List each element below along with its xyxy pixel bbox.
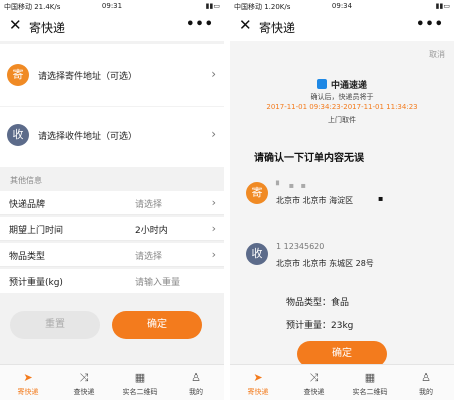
courier-name: 中通速递 <box>230 78 454 91</box>
courier-logo-icon <box>316 79 327 89</box>
qrcode-icon: ▦ <box>134 371 146 384</box>
tab-label: 寄快递 <box>247 388 269 396</box>
sender-address: 北京市 北京市 海淀区 <box>276 196 354 205</box>
tab-send[interactable]: ➤ 寄快递 <box>230 365 286 400</box>
item-type-line: 物品类型：食品 <box>286 295 349 308</box>
person-icon: ♙ <box>191 371 201 384</box>
item-type-value: 食品 <box>331 298 350 308</box>
cancel-link[interactable]: 取消 <box>429 49 445 60</box>
send-icon: ➤ <box>23 371 33 384</box>
receiver-badge: 收 <box>246 243 268 265</box>
receiver-address-row[interactable]: 收 请选择收件地址（可选） › <box>0 107 224 167</box>
tab-bar: ➤ 寄快递 ⤨ 查快递 ▦ 实名二维码 ♙ 我的 <box>230 364 454 400</box>
chevron-right-icon: › <box>211 248 216 261</box>
receiver-address-label: 请选择收件地址（可选） <box>38 132 138 142</box>
chevron-right-icon: › <box>211 67 216 81</box>
battery-icon: ▮▮▭ <box>205 2 220 10</box>
sender-address-row[interactable]: 寄 请选择寄件地址（可选） › <box>0 44 224 106</box>
tab-bar: ➤ 寄快递 ⤨ 查快递 ▦ 实名二维码 ♙ 我的 <box>0 364 224 400</box>
status-bar: 中国移动 1.20K/s 09:34 ▮▮▭ <box>230 0 454 13</box>
pickup-time-range: 2017-11-01 09:34:23-2017-11-01 11:34:23 <box>266 103 418 111</box>
weight-line: 预计重量：23kg <box>286 318 353 331</box>
pickup-note: 确认后，快递员将于 <box>310 93 374 101</box>
weight-label: 预计重量： <box>286 321 332 331</box>
chevron-right-icon: › <box>211 222 216 235</box>
receiver-address: 北京市 北京市 东城区 28号 <box>276 259 374 268</box>
clock: 09:34 <box>331 2 353 10</box>
title-bar: ✕ 寄快递 ••• <box>230 13 454 41</box>
shuffle-icon: ⤨ <box>309 371 319 384</box>
field-value: 2小时内 <box>135 226 168 236</box>
tab-track[interactable]: ⤨ 查快递 <box>286 365 342 400</box>
tab-label: 实名二维码 <box>352 388 388 396</box>
sender-masked-name: ▘ ▪ ▪ <box>276 181 309 190</box>
shuffle-icon: ⤨ <box>79 371 89 384</box>
sender-badge: 寄 <box>7 64 29 86</box>
chevron-right-icon: › <box>211 196 216 209</box>
field-brand[interactable]: 快递品牌 请选择 › <box>0 191 224 215</box>
chevron-right-icon: › <box>211 127 216 141</box>
close-icon[interactable]: ✕ <box>239 18 252 33</box>
pickup-note-end: 上门取件 <box>328 116 356 124</box>
sender-badge: 寄 <box>246 182 268 204</box>
tab-qrcode[interactable]: ▦ 实名二维码 <box>112 365 168 400</box>
battery-icon: ▮▮▭ <box>435 2 450 10</box>
qrcode-icon: ▦ <box>364 371 376 384</box>
receiver-phone: 1 12345620 <box>276 242 325 251</box>
tab-send[interactable]: ➤ 寄快递 <box>0 365 56 400</box>
item-type-label: 物品类型： <box>286 298 332 308</box>
person-icon: ♙ <box>421 371 431 384</box>
title-bar: ✕ 寄快递 ••• <box>0 13 224 41</box>
clock: 09:31 <box>101 2 123 10</box>
sender-address-label: 请选择寄件地址（可选） <box>38 72 138 82</box>
field-label: 快递品牌 <box>9 200 46 210</box>
sender-masked-detail: ▪ <box>378 194 386 203</box>
tab-label: 实名二维码 <box>122 388 158 396</box>
more-icon[interactable]: ••• <box>416 17 444 32</box>
field-item-type[interactable]: 物品类型 请选择 › <box>0 243 224 267</box>
left-screen: 中国移动 21.4K/s 09:31 ▮▮▭ ✕ 寄快递 ••• 寄 请选择寄件… <box>0 0 224 400</box>
more-icon[interactable]: ••• <box>186 17 214 32</box>
close-icon[interactable]: ✕ <box>9 18 22 33</box>
weight-input[interactable]: 请输入重量 <box>135 275 180 288</box>
field-label: 期望上门时间 <box>9 226 64 236</box>
page-title: 寄快递 <box>259 21 296 35</box>
reset-button[interactable]: 重置 <box>10 311 100 339</box>
tab-label: 我的 <box>419 388 433 396</box>
tab-label: 寄快递 <box>17 388 39 396</box>
field-pickup-time[interactable]: 期望上门时间 2小时内 › <box>0 217 224 241</box>
status-bar: 中国移动 21.4K/s 09:31 ▮▮▭ <box>0 0 224 13</box>
tab-track[interactable]: ⤨ 查快递 <box>56 365 112 400</box>
field-value: 请选择 <box>135 252 163 262</box>
tab-label: 查快递 <box>303 388 325 396</box>
tab-qrcode[interactable]: ▦ 实名二维码 <box>342 365 398 400</box>
tab-me[interactable]: ♙ 我的 <box>398 365 454 400</box>
field-label: 预计重量(kg) <box>9 278 63 288</box>
weight-value: 23kg <box>331 321 354 331</box>
send-icon: ➤ <box>253 371 263 384</box>
field-label: 物品类型 <box>9 252 46 262</box>
tab-me[interactable]: ♙ 我的 <box>168 365 224 400</box>
right-screen: 中国移动 1.20K/s 09:34 ▮▮▭ ✕ 寄快递 ••• 取消 中通速递… <box>230 0 454 400</box>
tab-label: 查快递 <box>73 388 95 396</box>
field-weight[interactable]: 预计重量(kg) 请输入重量 <box>0 269 224 293</box>
tab-label: 我的 <box>189 388 203 396</box>
confirm-button[interactable]: 确定 <box>112 311 202 339</box>
field-value: 请选择 <box>135 200 163 210</box>
page-title: 寄快递 <box>29 21 66 35</box>
receiver-badge: 收 <box>7 124 29 146</box>
confirm-heading: 请确认一下订单内容无误 <box>254 153 364 164</box>
courier-name-text: 中通速递 <box>330 81 367 91</box>
section-title: 其他信息 <box>10 176 42 185</box>
